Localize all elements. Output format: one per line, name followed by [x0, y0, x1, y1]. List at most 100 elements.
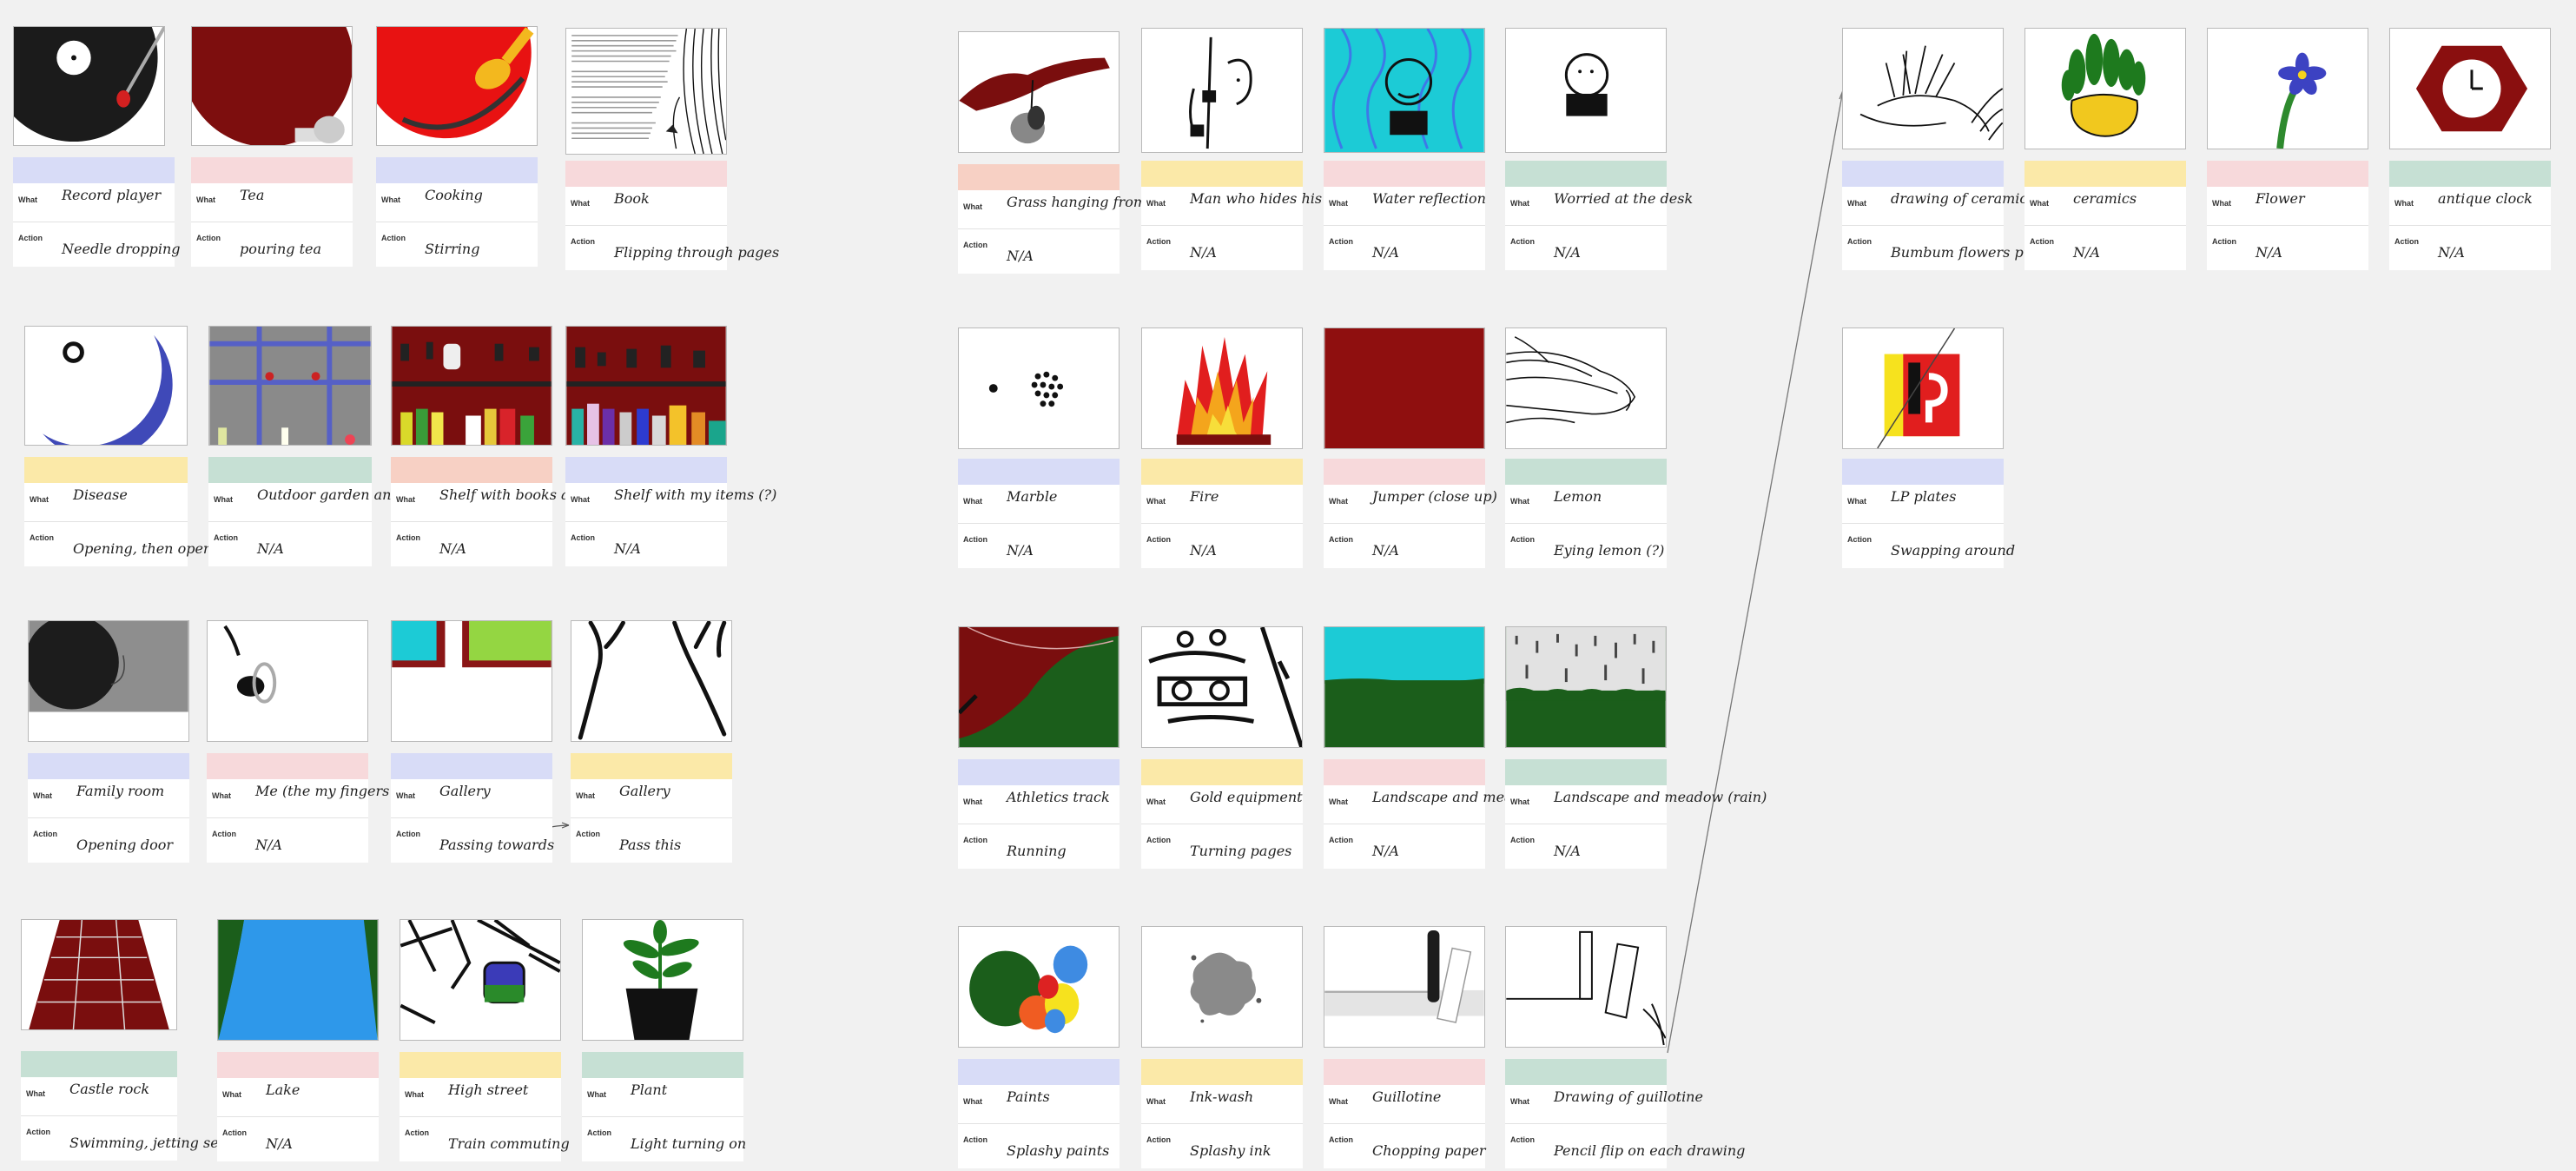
action-value[interactable]: Eying lemon (?)	[1554, 542, 1664, 559]
what-label: What	[18, 195, 37, 204]
what-value[interactable]: Paints	[1007, 1088, 1050, 1105]
action-value[interactable]: N/A	[1554, 843, 1581, 859]
what-label: What	[587, 1090, 606, 1099]
action-value[interactable]: Flipping through pages	[614, 244, 779, 261]
what-value[interactable]: antique clock	[2438, 190, 2533, 207]
what-value[interactable]: drawing of ceramics	[1891, 190, 2035, 207]
what-label: What	[196, 195, 215, 204]
category-band	[1505, 459, 1667, 485]
cooking-pan-drawing	[376, 26, 538, 146]
card-form: What drawing of ceramics Action Bumbum flo…	[1842, 187, 2042, 270]
action-value[interactable]: N/A	[1372, 244, 1399, 261]
action-value[interactable]: Turning pages	[1190, 843, 1291, 859]
action-value[interactable]: N/A	[1372, 843, 1399, 859]
action-value[interactable]: Train commuting	[448, 1135, 570, 1152]
category-band	[958, 759, 1120, 785]
marbles-drawing	[958, 327, 1120, 449]
card-form: What Fire Action N/A	[1141, 485, 1303, 568]
action-value[interactable]: N/A	[1007, 542, 1034, 559]
action-value[interactable]: N/A	[1190, 244, 1217, 261]
action-value[interactable]: N/A	[1190, 542, 1217, 559]
action-label: Action	[1146, 237, 1171, 246]
shelf-drawing	[391, 326, 552, 446]
what-value[interactable]: Gallery	[619, 783, 670, 799]
action-value[interactable]: N/A	[266, 1135, 293, 1152]
category-band	[1324, 459, 1485, 485]
action-value[interactable]: Passing towards	[439, 837, 554, 853]
action-value[interactable]: N/A	[1554, 244, 1581, 261]
action-label: Action	[1329, 1135, 1353, 1144]
action-value[interactable]: N/A	[2438, 244, 2465, 261]
action-label: Action	[576, 830, 600, 838]
what-value[interactable]: Athletics track	[1007, 789, 1110, 805]
card-form: What Gallery Action Passing towards	[391, 779, 554, 863]
what-label: What	[2394, 199, 2414, 208]
action-value[interactable]: Chopping paper	[1372, 1142, 1486, 1159]
action-value[interactable]: N/A	[2256, 244, 2282, 261]
action-value[interactable]: N/A	[614, 540, 641, 557]
what-value[interactable]: Marble	[1007, 488, 1057, 505]
guillotine-drawing	[1324, 926, 1485, 1048]
what-value[interactable]: Water reflection	[1372, 190, 1486, 207]
action-value[interactable]: N/A	[255, 837, 282, 853]
action-value[interactable]: N/A	[257, 540, 284, 557]
action-value[interactable]: Stirring	[425, 241, 479, 257]
card-form: What Lemon Action Eying lemon (?)	[1505, 485, 1667, 568]
landscape-drawing	[1324, 626, 1485, 748]
action-value[interactable]: N/A	[1007, 248, 1034, 264]
action-value[interactable]: Opening door	[76, 837, 173, 853]
what-value[interactable]: Disease	[73, 486, 128, 503]
what-value[interactable]: ceramics	[2073, 190, 2137, 207]
what-value[interactable]: Tea	[240, 187, 264, 203]
what-value[interactable]: Book	[614, 190, 650, 207]
action-value[interactable]: Splashy paints	[1007, 1142, 1109, 1159]
action-value[interactable]: Splashy ink	[1190, 1142, 1271, 1159]
ear-drawing	[207, 620, 368, 742]
action-value[interactable]: Running	[1007, 843, 1067, 859]
what-value[interactable]: Record player	[62, 187, 161, 203]
what-value[interactable]: Castle rock	[69, 1081, 149, 1097]
action-value[interactable]: Light turning on	[631, 1135, 746, 1152]
what-value[interactable]: Gold equipment	[1190, 789, 1303, 805]
action-value[interactable]: pouring tea	[240, 241, 321, 257]
what-value[interactable]: Cooking	[425, 187, 483, 203]
what-value[interactable]: Ink-wash	[1190, 1088, 1253, 1105]
what-value[interactable]: Shelf with my items (?)	[614, 486, 776, 503]
rain-landscape-drawing	[1505, 626, 1667, 748]
what-value[interactable]: Landscape and meadow (rain)	[1554, 789, 1767, 805]
category-band	[1324, 161, 1485, 187]
what-value[interactable]: Worried at the desk	[1554, 190, 1693, 207]
action-value[interactable]: Pencil flip on each drawing	[1554, 1142, 1745, 1159]
action-value[interactable]: N/A	[439, 540, 466, 557]
action-label: Action	[1847, 237, 1872, 246]
what-value[interactable]: LP plates	[1891, 488, 1956, 505]
what-label: What	[963, 497, 982, 506]
what-value[interactable]: Family room	[76, 783, 164, 799]
action-value[interactable]: Needle dropping	[62, 241, 181, 257]
lake-drawing	[217, 919, 379, 1041]
category-band	[1141, 459, 1303, 485]
action-label: Action	[963, 1135, 987, 1144]
athletics-track-drawing	[958, 626, 1120, 748]
jumper-drawing	[1324, 327, 1485, 449]
action-label: Action	[18, 234, 43, 242]
action-value[interactable]: Pass this	[619, 837, 681, 853]
what-value[interactable]: Lake	[266, 1082, 300, 1098]
action-label: Action	[405, 1128, 429, 1137]
what-value[interactable]: High street	[448, 1082, 528, 1098]
what-value[interactable]: Jumper (close up)	[1372, 488, 1497, 505]
action-value[interactable]: N/A	[2073, 244, 2100, 261]
what-value[interactable]: Drawing of guillotine	[1554, 1088, 1703, 1105]
action-label: Action	[212, 830, 236, 838]
what-value[interactable]: Plant	[631, 1082, 667, 1098]
action-label: Action	[963, 535, 987, 544]
what-value[interactable]: Flower	[2256, 190, 2305, 207]
action-label: Action	[1510, 237, 1535, 246]
what-value[interactable]: Fire	[1190, 488, 1219, 505]
action-value[interactable]: Bumbum flowers puff	[1891, 244, 2042, 261]
what-value[interactable]: Guillotine	[1372, 1088, 1441, 1105]
what-value[interactable]: Lemon	[1554, 488, 1602, 505]
action-value[interactable]: Swapping around	[1891, 542, 2015, 559]
what-value[interactable]: Gallery	[439, 783, 491, 799]
action-value[interactable]: N/A	[1372, 542, 1399, 559]
